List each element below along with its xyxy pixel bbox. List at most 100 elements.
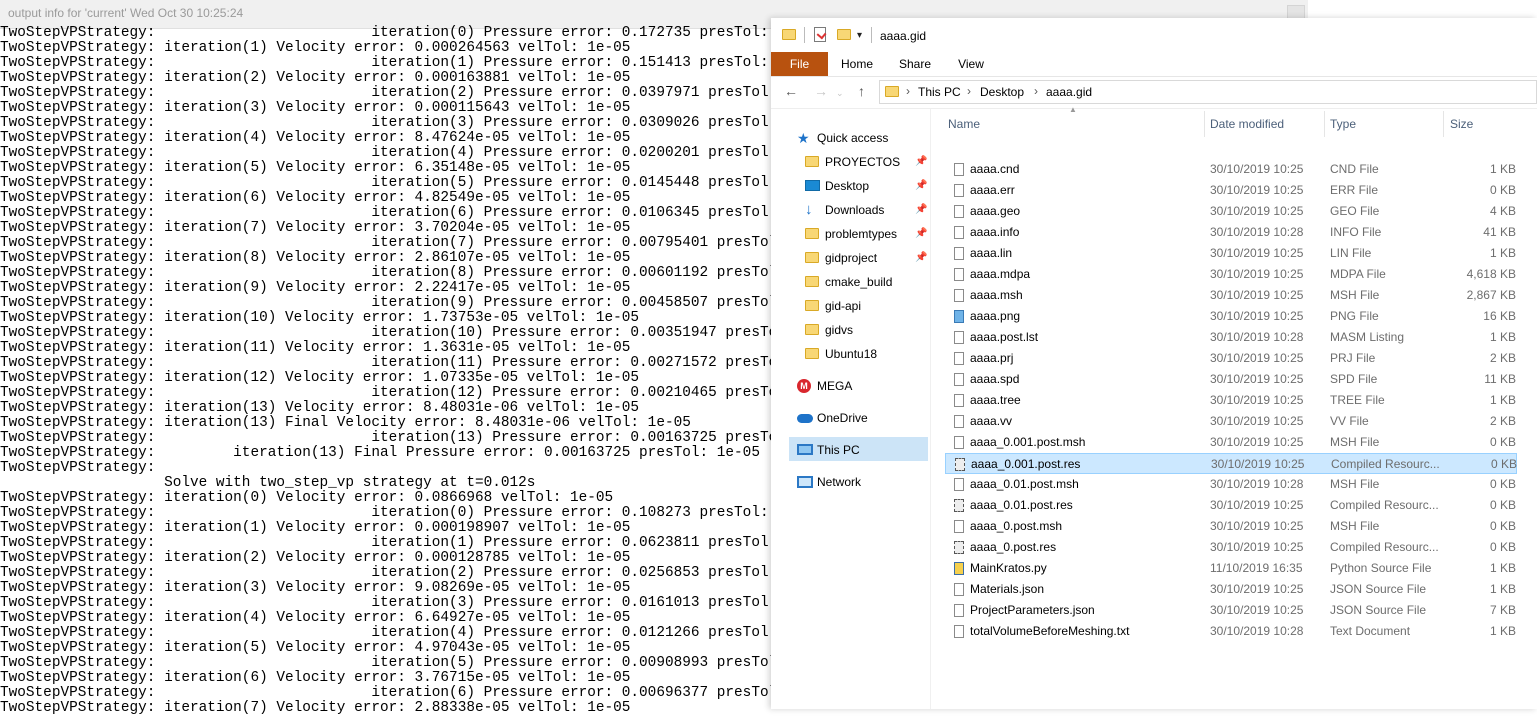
properties-icon[interactable] <box>814 27 826 42</box>
file-date-modified: 30/10/2019 10:25 <box>1210 309 1304 323</box>
file-size: 1 KB <box>1489 624 1516 638</box>
file-date-modified: 30/10/2019 10:25 <box>1210 183 1304 197</box>
column-divider[interactable] <box>1324 111 1325 137</box>
breadcrumb-desktop[interactable]: Desktop <box>980 85 1024 99</box>
file-row[interactable]: aaaa.tree 30/10/2019 10:25 TREE File 1 KB <box>945 390 1517 411</box>
console-line: TwoStepVPStrategy: iteration(0) Pressure… <box>0 25 821 41</box>
file-row[interactable]: Materials.json 30/10/2019 10:25 JSON Sourc… <box>945 579 1517 600</box>
file-row[interactable]: aaaa_0.01.post.msh 30/10/2019 10:28 MSH Fi… <box>945 474 1517 495</box>
pin-icon: 📌 <box>915 252 928 263</box>
document-icon <box>954 184 964 197</box>
folder-icon <box>805 156 819 167</box>
column-header-name[interactable]: Name <box>948 117 980 131</box>
up-arrow-icon[interactable]: ↑ <box>858 83 865 99</box>
file-row[interactable]: totalVolumeBeforeMeshing.txt 30/10/2019 1… <box>945 621 1517 642</box>
nav-label: MEGA <box>817 379 853 393</box>
file-row[interactable]: aaaa_0.001.post.msh 30/10/2019 10:25 MSH F… <box>945 432 1517 453</box>
navigation-bar: ← → ⌄ ↑ › This PC › Desktop › aaaa.gid <box>771 76 1537 109</box>
console-line: TwoStepVPStrategy: iteration(3) Velocity… <box>0 580 631 596</box>
file-row[interactable]: aaaa.msh 30/10/2019 10:25 MSH File 2,867 KB <box>945 285 1517 306</box>
file-name: aaaa.vv <box>970 414 1013 428</box>
file-size: 1 KB <box>1489 162 1516 176</box>
address-bar[interactable]: › This PC › Desktop › aaaa.gid <box>879 80 1537 104</box>
back-arrow-icon[interactable]: ← <box>784 83 798 99</box>
resource-file-icon <box>954 499 964 512</box>
nav-folder-cmake-build[interactable]: cmake_build <box>805 271 925 293</box>
file-row[interactable]: aaaa.post.lst 30/10/2019 10:28 MASM Listin… <box>945 327 1517 348</box>
file-row[interactable]: aaaa.lin 30/10/2019 10:25 LIN File 1 KB <box>945 243 1517 264</box>
file-row[interactable]: aaaa_0.post.msh 30/10/2019 10:25 MSH File 0… <box>945 516 1517 537</box>
column-divider[interactable] <box>1443 111 1444 137</box>
file-size: 4,618 KB <box>1466 267 1516 281</box>
nav-folder-ubuntu18[interactable]: Ubuntu18 <box>805 343 925 365</box>
file-row[interactable]: aaaa_0.001.post.res 30/10/2019 10:25 Compi… <box>945 453 1517 474</box>
file-size: 1 KB <box>1489 582 1516 596</box>
file-row[interactable]: aaaa.vv 30/10/2019 10:25 VV File 2 KB <box>945 411 1517 432</box>
column-divider[interactable] <box>1204 111 1205 137</box>
file-row[interactable]: aaaa.info 30/10/2019 10:28 INFO File 41 KB <box>945 222 1517 243</box>
file-date-modified: 30/10/2019 10:25 <box>1210 582 1304 596</box>
breadcrumb-chevron-icon: › <box>1034 84 1038 98</box>
console-line: TwoStepVPStrategy: iteration(8) Velocity… <box>0 250 631 266</box>
mega-icon: M <box>797 379 811 393</box>
forward-arrow-icon[interactable]: → <box>814 83 828 99</box>
file-size: 1 KB <box>1489 561 1516 575</box>
nav-this-pc[interactable]: This PC <box>797 439 925 461</box>
file-date-modified: 30/10/2019 10:25 <box>1210 393 1304 407</box>
file-name: aaaa.png <box>970 309 1021 323</box>
column-header-size[interactable]: Size <box>1450 117 1473 131</box>
console-line: TwoStepVPStrategy: iteration(3) Pressure… <box>0 115 830 131</box>
file-type: Compiled Resourc... <box>1330 498 1439 512</box>
file-date-modified: 30/10/2019 10:28 <box>1210 624 1304 638</box>
console-line: TwoStepVPStrategy: iteration(13) Pressur… <box>0 430 847 446</box>
file-type: VV File <box>1330 414 1369 428</box>
document-icon <box>954 604 964 617</box>
nav-onedrive[interactable]: OneDrive <box>797 407 925 429</box>
file-row[interactable]: aaaa_0.post.res 30/10/2019 10:25 Compiled … <box>945 537 1517 558</box>
pin-icon: 📌 <box>915 228 928 239</box>
nav-label: Downloads <box>825 203 885 217</box>
quick-access-dropdown-icon[interactable]: ▾ <box>857 30 862 45</box>
file-row[interactable]: aaaa.err 30/10/2019 10:25 ERR File 0 KB <box>945 180 1517 201</box>
recent-locations-chevron-icon[interactable]: ⌄ <box>836 85 844 101</box>
file-date-modified: 30/10/2019 10:25 <box>1210 435 1304 449</box>
nav-pinned-gidproject[interactable]: gidproject 📌 <box>805 247 929 269</box>
nav-label: Desktop <box>825 179 870 193</box>
nav-pinned-problemtypes[interactable]: problemtypes 📌 <box>805 223 929 245</box>
breadcrumb-aaaa-gid[interactable]: aaaa.gid <box>1046 85 1092 99</box>
column-header-date[interactable]: Date modified <box>1210 117 1284 131</box>
file-name: aaaa.lin <box>970 246 1013 260</box>
file-row[interactable]: aaaa.prj 30/10/2019 10:25 PRJ File 2 KB <box>945 348 1517 369</box>
nav-pinned-proyectos[interactable]: PROYECTOS 📌 <box>805 151 929 173</box>
file-row[interactable]: aaaa.png 30/10/2019 10:25 PNG File 16 KB <box>945 306 1517 327</box>
breadcrumb-this-pc[interactable]: This PC <box>918 85 961 99</box>
nav-pinned-downloads[interactable]: ↓ Downloads 📌 <box>805 199 929 221</box>
nav-label: Quick access <box>817 131 889 145</box>
file-type: PRJ File <box>1330 351 1376 365</box>
ribbon-tabs: File Home Share View <box>771 52 1537 77</box>
tab-file[interactable]: File <box>771 52 828 76</box>
nav-mega[interactable]: M MEGA <box>797 375 925 397</box>
tab-home[interactable]: Home <box>831 52 883 76</box>
document-icon <box>954 478 964 491</box>
console-line: TwoStepVPStrategy: iteration(9) Velocity… <box>0 280 631 296</box>
file-row[interactable]: aaaa.spd 30/10/2019 10:25 SPD File 11 KB <box>945 369 1517 390</box>
file-row[interactable]: aaaa_0.01.post.res 30/10/2019 10:25 Compil… <box>945 495 1517 516</box>
column-header-type[interactable]: Type <box>1330 117 1356 131</box>
nav-network[interactable]: Network <box>797 471 925 493</box>
file-size: 0 KB <box>1490 457 1517 471</box>
nav-pinned-desktop[interactable]: Desktop 📌 <box>805 175 929 197</box>
file-type: LIN File <box>1330 246 1372 260</box>
new-folder-icon[interactable] <box>837 29 851 40</box>
file-row[interactable]: ProjectParameters.json 30/10/2019 10:25 JS… <box>945 600 1517 621</box>
file-row[interactable]: aaaa.cnd 30/10/2019 10:25 CND File 1 KB <box>945 159 1517 180</box>
file-name: aaaa.post.lst <box>970 330 1039 344</box>
nav-folder-gid-api[interactable]: gid-api <box>805 295 925 317</box>
nav-quick-access[interactable]: ★ Quick access <box>797 127 927 149</box>
tab-share[interactable]: Share <box>887 52 943 76</box>
file-row[interactable]: aaaa.mdpa 30/10/2019 10:25 MDPA File 4,618 … <box>945 264 1517 285</box>
file-row[interactable]: MainKratos.py 11/10/2019 16:35 Python Sour… <box>945 558 1517 579</box>
file-row[interactable]: aaaa.geo 30/10/2019 10:25 GEO File 4 KB <box>945 201 1517 222</box>
nav-folder-gidvs[interactable]: gidvs <box>805 319 925 341</box>
tab-view[interactable]: View <box>945 52 997 76</box>
